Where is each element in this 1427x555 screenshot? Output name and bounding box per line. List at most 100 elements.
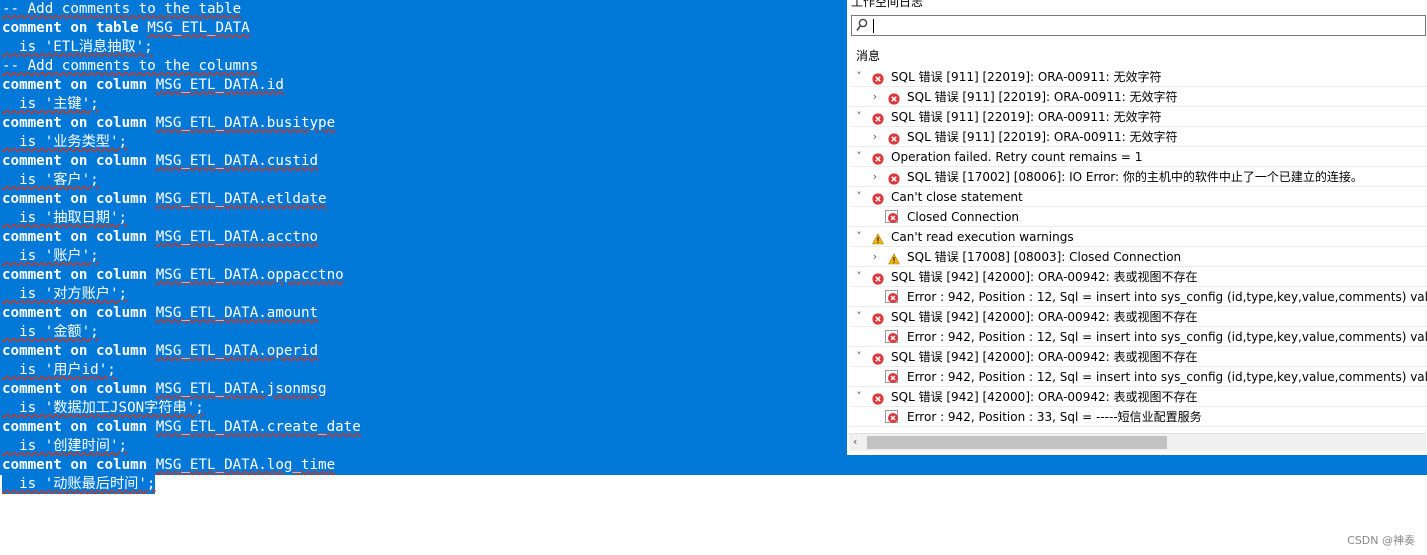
error-icon <box>872 271 884 285</box>
code-line[interactable]: is '账户'; <box>2 247 361 266</box>
search-icon <box>856 18 868 31</box>
code-line[interactable]: comment on column MSG_ETL_DATA.oppacctno <box>2 266 361 285</box>
sql-keyword: comment on column <box>2 115 156 131</box>
code-line[interactable]: is '客户'; <box>2 171 361 190</box>
sql-keyword: comment on column <box>2 191 156 207</box>
log-entry[interactable]: Error : 942, Position : 33, Sql = -----短… <box>850 407 1427 427</box>
log-message: Can't read execution warnings <box>891 230 1074 244</box>
sql-string-clause: is '动账最后时间'; <box>2 476 156 492</box>
scrollbar-thumb[interactable] <box>867 436 1167 449</box>
code-line[interactable]: comment on column MSG_ETL_DATA.acctno <box>2 228 361 247</box>
code-line[interactable]: is '对方账户'; <box>2 285 361 304</box>
log-message: Error : 942, Position : 12, Sql = insert… <box>907 370 1427 384</box>
log-search-input[interactable] <box>851 15 1426 36</box>
log-entry[interactable]: ˅ SQL 错误 [942] [42000]: ORA-00942: 表或视图不存… <box>850 267 1427 287</box>
log-entry[interactable]: ˅ Can't close statement <box>850 187 1427 207</box>
warning-icon <box>872 231 884 245</box>
code-line[interactable]: -- Add comments to the columns <box>2 57 361 76</box>
code-line[interactable]: is '创建时间'; <box>2 437 361 456</box>
text-caret <box>873 19 874 33</box>
error-small-icon <box>885 290 898 303</box>
log-entry[interactable]: ˅ Operation failed. Retry count remains =… <box>850 147 1427 167</box>
sql-string-clause: is '用户id'; <box>2 362 116 378</box>
log-message: Error : 942, Position : 33, Sql = -----短… <box>907 410 1202 424</box>
sql-keyword: comment on column <box>2 457 156 473</box>
sql-string-clause: is '账户'; <box>2 248 99 264</box>
chevron-down-icon[interactable]: ˅ <box>854 307 864 326</box>
code-line[interactable]: is '数据加工JSON字符串'; <box>2 399 361 418</box>
error-icon <box>888 171 900 185</box>
sql-comment: -- Add comments to the columns <box>2 58 259 74</box>
error-icon <box>872 71 884 85</box>
chevron-right-icon[interactable]: › <box>870 127 880 146</box>
code-line[interactable]: comment on column MSG_ETL_DATA.operid <box>2 342 361 361</box>
log-message: Error : 942, Position : 12, Sql = insert… <box>907 290 1427 304</box>
code-line[interactable]: comment on table MSG_ETL_DATA <box>2 19 361 38</box>
log-entry[interactable]: ˅ Can't read execution warnings <box>850 227 1427 247</box>
sql-string-clause: is '对方账户'; <box>2 286 128 302</box>
log-message: SQL 错误 [942] [42000]: ORA-00942: 表或视图不存在 <box>891 350 1198 364</box>
code-line[interactable]: comment on column MSG_ETL_DATA.amount <box>2 304 361 323</box>
log-entry[interactable]: Error : 942, Position : 12, Sql = insert… <box>850 327 1427 347</box>
horizontal-scrollbar[interactable]: ‹ <box>849 433 1426 451</box>
code-line[interactable]: comment on column MSG_ETL_DATA.log_time <box>2 456 361 475</box>
log-message: SQL 错误 [942] [42000]: ORA-00942: 表或视图不存在 <box>891 310 1198 324</box>
column-header-message[interactable]: 消息 <box>856 47 880 64</box>
log-message: SQL 错误 [911] [22019]: ORA-00911: 无效字符 <box>891 110 1162 124</box>
code-line[interactable]: is '抽取日期'; <box>2 209 361 228</box>
sql-string-clause: is '金额'; <box>2 324 99 340</box>
code-line[interactable]: is '用户id'; <box>2 361 361 380</box>
sql-keyword: comment on column <box>2 267 156 283</box>
code-line[interactable]: is '业务类型'; <box>2 133 361 152</box>
code-line[interactable]: is 'ETL消息抽取'; <box>2 38 361 57</box>
chevron-down-icon[interactable]: ˅ <box>854 107 864 126</box>
log-message: Error : 942, Position : 12, Sql = insert… <box>907 330 1427 344</box>
sql-keyword: comment on column <box>2 419 156 435</box>
log-entry[interactable]: Closed Connection <box>850 207 1427 227</box>
log-entry[interactable]: Error : 942, Position : 12, Sql = insert… <box>850 287 1427 307</box>
log-entry[interactable]: ˅ SQL 错误 [911] [22019]: ORA-00911: 无效字符 <box>850 107 1427 127</box>
chevron-down-icon[interactable]: ˅ <box>854 387 864 406</box>
code-line[interactable]: comment on column MSG_ETL_DATA.etldate <box>2 190 361 209</box>
code-line[interactable]: is '动账最后时间'; <box>2 475 156 494</box>
log-entry[interactable]: ˅ SQL 错误 [911] [22019]: ORA-00911: 无效字符 <box>850 67 1427 87</box>
log-entry[interactable]: ˅ SQL 错误 [942] [42000]: ORA-00942: 表或视图不存… <box>850 387 1427 407</box>
scroll-left-icon[interactable]: ‹ <box>853 435 857 448</box>
chevron-down-icon[interactable]: ˅ <box>854 267 864 286</box>
log-entry[interactable]: › SQL 错误 [17002] [08006]: IO Error: 你的主机中… <box>850 167 1427 187</box>
sql-object-name: MSG_ETL_DATA.oppacctno <box>155 267 344 283</box>
log-tree[interactable]: ˅ SQL 错误 [911] [22019]: ORA-00911: 无效字符 › S… <box>850 67 1427 427</box>
chevron-down-icon[interactable]: ˅ <box>854 347 864 366</box>
chevron-down-icon[interactable]: ˅ <box>854 67 864 86</box>
code-lines[interactable]: -- Add comments to the table comment on t… <box>2 0 361 494</box>
chevron-down-icon[interactable]: ˅ <box>854 187 864 206</box>
code-line[interactable]: is '金额'; <box>2 323 361 342</box>
code-line[interactable]: comment on column MSG_ETL_DATA.busitype <box>2 114 361 133</box>
log-entry[interactable]: ˅ SQL 错误 [942] [42000]: ORA-00942: 表或视图不存… <box>850 347 1427 367</box>
code-line[interactable]: comment on column MSG_ETL_DATA.custid <box>2 152 361 171</box>
code-line[interactable]: -- Add comments to the table <box>2 0 361 19</box>
log-message: SQL 错误 [942] [42000]: ORA-00942: 表或视图不存在 <box>891 270 1198 284</box>
sql-comment: -- Add comments to the table <box>2 1 242 17</box>
error-icon <box>888 91 900 105</box>
log-message: SQL 错误 [17002] [08006]: IO Error: 你的主机中的… <box>907 170 1363 184</box>
code-line[interactable]: comment on column MSG_ETL_DATA.jsonmsg <box>2 380 361 399</box>
log-message: SQL 错误 [911] [22019]: ORA-00911: 无效字符 <box>891 70 1162 84</box>
sql-object-name: MSG_ETL_DATA.busitype <box>155 115 336 131</box>
log-entry[interactable]: › SQL 错误 [911] [22019]: ORA-00911: 无效字符 <box>850 127 1427 147</box>
chevron-down-icon[interactable]: ˅ <box>854 227 864 246</box>
code-line[interactable]: comment on column MSG_ETL_DATA.create_da… <box>2 418 361 437</box>
chevron-down-icon[interactable]: ˅ <box>854 147 864 166</box>
log-entry[interactable]: › SQL 错误 [17008] [08003]: Closed Connecti… <box>850 247 1427 267</box>
chevron-right-icon[interactable]: › <box>870 247 880 266</box>
log-message: Operation failed. Retry count remains = … <box>891 150 1143 164</box>
sql-object-name: MSG_ETL_DATA.jsonmsg <box>155 381 327 397</box>
code-line[interactable]: is '主键'; <box>2 95 361 114</box>
sql-object-name: MSG_ETL_DATA.create_date <box>155 419 361 435</box>
log-entry[interactable]: › SQL 错误 [911] [22019]: ORA-00911: 无效字符 <box>850 87 1427 107</box>
code-line[interactable]: comment on column MSG_ETL_DATA.id <box>2 76 361 95</box>
chevron-right-icon[interactable]: › <box>870 87 880 106</box>
log-entry[interactable]: Error : 942, Position : 12, Sql = insert… <box>850 367 1427 387</box>
chevron-right-icon[interactable]: › <box>870 167 880 186</box>
log-entry[interactable]: ˅ SQL 错误 [942] [42000]: ORA-00942: 表或视图不存… <box>850 307 1427 327</box>
